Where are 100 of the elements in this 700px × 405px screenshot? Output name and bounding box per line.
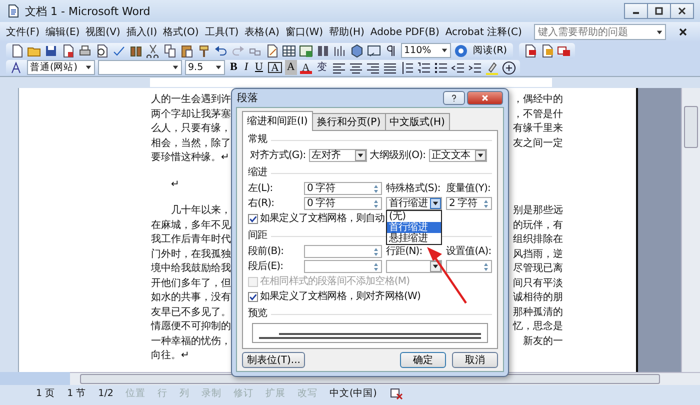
- read-button[interactable]: 阅读(R): [471, 44, 510, 57]
- document-text: 向往。↵: [151, 349, 190, 363]
- space-after-field[interactable]: [304, 260, 382, 273]
- menu-item[interactable]: 文件(F): [6, 25, 40, 39]
- align-left-icon[interactable]: [332, 60, 346, 74]
- copy-icon[interactable]: [163, 44, 177, 58]
- close-button[interactable]: [467, 91, 503, 105]
- checkbox[interactable]: [248, 292, 258, 302]
- caret-icon: [356, 152, 364, 159]
- dropdown-option[interactable]: 悬挂缩进: [387, 233, 441, 244]
- print-icon[interactable]: [78, 44, 92, 58]
- undo-icon[interactable]: [214, 44, 228, 58]
- help-icon[interactable]: [454, 44, 468, 58]
- pdf-mail-icon[interactable]: [540, 44, 554, 58]
- window-title: 文档 1 - Microsoft Word: [25, 4, 150, 18]
- menu-item[interactable]: 表格(A): [244, 25, 280, 39]
- increase-indent-icon[interactable]: [468, 60, 482, 74]
- close-button[interactable]: [670, 3, 694, 19]
- menu-item[interactable]: 编辑(E): [46, 25, 80, 39]
- format-button[interactable]: 变: [314, 60, 329, 75]
- style-dropdown[interactable]: 普通(网站): [27, 60, 95, 75]
- field-label: 段前(B):: [248, 246, 285, 258]
- pdf-review-icon[interactable]: [557, 44, 572, 58]
- document-icon: [6, 4, 20, 18]
- dialog-tab[interactable]: 换行和分页(P): [312, 113, 386, 130]
- line-spacing-icon[interactable]: [400, 60, 414, 74]
- outline-level-select[interactable]: 正文文本: [428, 149, 487, 162]
- menu-item[interactable]: 插入(I): [126, 25, 158, 39]
- indent-amount-field[interactable]: 2 字符: [446, 197, 492, 210]
- checkbox[interactable]: [248, 214, 258, 224]
- ok-button[interactable]: 确定: [400, 352, 446, 368]
- format-painter-icon[interactable]: [197, 44, 211, 58]
- print-preview-icon[interactable]: [95, 44, 109, 58]
- menu-item[interactable]: 帮助(H): [329, 25, 364, 39]
- left-indent-field[interactable]: 0 字符: [304, 182, 382, 195]
- help-button[interactable]: [443, 91, 465, 105]
- spin-arrows-icon[interactable]: [373, 246, 379, 256]
- menu-item[interactable]: 视图(V): [86, 25, 120, 39]
- enclose-character-icon[interactable]: [502, 60, 516, 74]
- save-icon[interactable]: [44, 44, 58, 58]
- document-text: 别是那些远: [513, 204, 563, 218]
- spin-arrows-icon[interactable]: [483, 198, 489, 208]
- minimize-button[interactable]: [624, 3, 648, 19]
- menu-item[interactable]: Acrobat 注释(C): [445, 25, 522, 39]
- status-item: 行: [157, 386, 168, 400]
- font-size-dropdown[interactable]: 9.5: [185, 60, 225, 75]
- paste-icon[interactable]: [180, 44, 194, 58]
- format-button[interactable]: A: [268, 62, 282, 73]
- maximize-button[interactable]: [647, 3, 671, 19]
- spin-arrows-icon[interactable]: [373, 184, 379, 194]
- dialog-tab[interactable]: 缩进和间距(I): [242, 111, 313, 131]
- dropdown-option[interactable]: 首行缩进: [387, 222, 441, 233]
- document-text: 在麻城，多年不见: [151, 218, 231, 232]
- alignment-select[interactable]: 左对齐: [308, 149, 367, 162]
- align-right-icon[interactable]: [366, 60, 380, 74]
- justify-icon[interactable]: [382, 60, 397, 74]
- zoom-dropdown[interactable]: 110%: [401, 43, 451, 58]
- spacing-value-field[interactable]: [446, 260, 492, 273]
- cut-icon[interactable]: [146, 44, 160, 58]
- pdf-convert-icon[interactable]: [523, 44, 538, 58]
- document-text: 一种幸福的忧伤，: [151, 334, 231, 348]
- highlighter-icon[interactable]: [484, 60, 499, 74]
- menu-item[interactable]: 格式(O): [163, 25, 199, 39]
- document-text: 友早已不多见了。: [151, 306, 231, 320]
- align-center-icon[interactable]: [348, 60, 363, 74]
- table-icon[interactable]: [282, 44, 296, 58]
- format-button[interactable]: U: [253, 60, 265, 75]
- field-label: 行距(N):: [386, 246, 424, 258]
- permission-icon[interactable]: [61, 44, 75, 58]
- dialog-tab[interactable]: 中文版式(H): [384, 113, 450, 130]
- space-before-field[interactable]: [304, 245, 382, 258]
- spin-arrows-icon[interactable]: [373, 262, 379, 272]
- right-indent-field[interactable]: 0 字符: [304, 197, 382, 210]
- bulleted-list-icon[interactable]: [434, 60, 448, 74]
- caret-icon: [441, 47, 448, 54]
- close-document-icon[interactable]: [678, 27, 688, 37]
- format-button[interactable]: I: [242, 60, 250, 75]
- dropdown-option[interactable]: (无): [387, 211, 441, 222]
- caret-icon: [172, 64, 179, 71]
- columns-icon[interactable]: [316, 44, 330, 58]
- spin-arrows-icon[interactable]: [483, 262, 489, 272]
- format-button[interactable]: A: [284, 60, 297, 75]
- menu-item[interactable]: 工具(T): [204, 25, 239, 39]
- line-spacing-select[interactable]: [386, 260, 442, 273]
- format-button[interactable]: B: [228, 60, 240, 75]
- menu-item[interactable]: 窗口(W): [285, 25, 324, 39]
- vertical-scrollbar[interactable]: [681, 88, 700, 372]
- menu-item[interactable]: Adobe PDF(B): [370, 26, 440, 38]
- tables-borders-icon[interactable]: [265, 44, 279, 58]
- decrease-indent-icon[interactable]: [450, 60, 465, 74]
- spin-arrows-icon[interactable]: [373, 198, 379, 208]
- help-search-field[interactable]: 键入需要帮助的问题: [534, 24, 666, 40]
- cancel-button[interactable]: 取消: [452, 352, 498, 368]
- document-text: 新友的一: [523, 334, 563, 348]
- special-format-select[interactable]: 首行缩进: [386, 197, 442, 210]
- tabs-button[interactable]: 制表位(T)...: [242, 352, 306, 368]
- spreadsheet-icon[interactable]: [299, 44, 313, 58]
- section-heading: 预览: [248, 308, 268, 320]
- status-item: 扩展: [265, 386, 286, 400]
- numbered-list-icon[interactable]: [416, 60, 431, 74]
